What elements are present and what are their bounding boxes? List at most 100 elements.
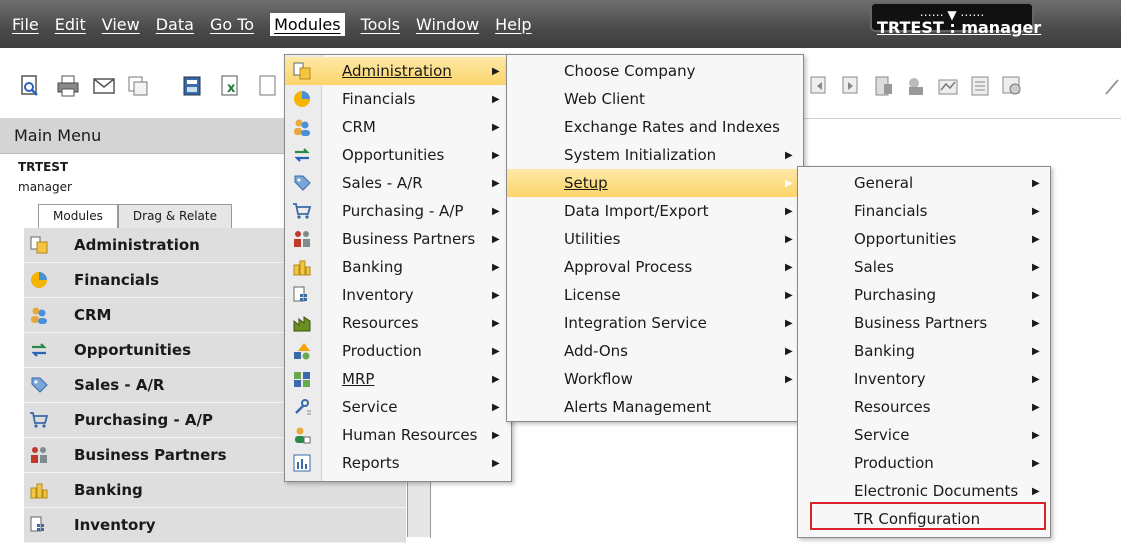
setup-item-production[interactable]: Production ▶ xyxy=(798,449,1050,477)
admin-item-exchange-rates[interactable]: Exchange Rates and Indexes xyxy=(507,113,803,141)
menu-modules[interactable]: Modules xyxy=(270,12,345,36)
menu-tools[interactable]: Tools xyxy=(361,15,400,34)
export-excel-icon[interactable]: x xyxy=(218,74,242,98)
submenu-arrow-icon: ▶ xyxy=(492,150,500,161)
submenu-arrow-icon: ▶ xyxy=(1032,206,1040,217)
last-record-icon[interactable] xyxy=(904,74,928,98)
setup-item-banking[interactable]: Banking ▶ xyxy=(798,337,1050,365)
tr-configuration-highlight-box xyxy=(810,502,1046,530)
service-icon xyxy=(291,396,313,418)
admin-item-integration-service[interactable]: Integration Service ▶ xyxy=(507,309,803,337)
modules-item-purchasing[interactable]: Purchasing - A/P ▶ xyxy=(285,197,511,225)
banking-icon xyxy=(291,256,313,278)
menu-data[interactable]: Data xyxy=(156,15,194,34)
base-document-icon[interactable] xyxy=(936,74,960,98)
setup-item-electronic-documents[interactable]: Electronic Documents ▶ xyxy=(798,477,1050,505)
setup-item-opportunities[interactable]: Opportunities ▶ xyxy=(798,225,1050,253)
tab-drag-relate[interactable]: Drag & Relate xyxy=(117,204,232,228)
purchasing-icon xyxy=(28,409,50,431)
admin-item-alerts-management[interactable]: Alerts Management xyxy=(507,393,803,421)
submenu-arrow-icon: ▶ xyxy=(785,206,793,217)
administration-icon xyxy=(291,60,313,82)
submenu-arrow-icon: ▶ xyxy=(1032,458,1040,469)
target-document-icon[interactable] xyxy=(968,74,992,98)
modules-item-banking[interactable]: Banking ▶ xyxy=(285,253,511,281)
settings-icon[interactable] xyxy=(1000,74,1024,98)
submenu-arrow-icon: ▶ xyxy=(492,122,500,133)
menu-edit[interactable]: Edit xyxy=(55,15,86,34)
submenu-arrow-icon: ▶ xyxy=(492,374,500,385)
admin-item-add-ons[interactable]: Add-Ons ▶ xyxy=(507,337,803,365)
modules-item-administration[interactable]: Administration ▶ xyxy=(285,57,511,85)
setup-item-sales[interactable]: Sales ▶ xyxy=(798,253,1050,281)
admin-item-choose-company[interactable]: Choose Company xyxy=(507,57,803,85)
setup-item-financials[interactable]: Financials ▶ xyxy=(798,197,1050,225)
export-word-icon[interactable] xyxy=(256,74,280,98)
module-inventory[interactable]: Inventory xyxy=(24,508,406,543)
window-title: TRTEST : manager xyxy=(877,18,1042,37)
banking-icon xyxy=(28,479,50,501)
menu-file[interactable]: File xyxy=(12,15,39,34)
submenu-arrow-icon: ▶ xyxy=(1032,234,1040,245)
business-partners-icon xyxy=(291,228,313,250)
email-icon[interactable] xyxy=(92,74,116,98)
modules-dropdown: Administration ▶ Financials ▶ CRM ▶ Opportu… xyxy=(284,54,512,482)
setup-item-service[interactable]: Service ▶ xyxy=(798,421,1050,449)
purchasing-icon xyxy=(291,200,313,222)
setup-item-business-partners[interactable]: Business Partners ▶ xyxy=(798,309,1050,337)
menu-goto[interactable]: Go To xyxy=(210,15,254,34)
modules-item-financials[interactable]: Financials ▶ xyxy=(285,85,511,113)
print-icon[interactable] xyxy=(56,74,80,98)
submenu-arrow-icon: ▶ xyxy=(492,234,500,245)
modules-item-crm[interactable]: CRM ▶ xyxy=(285,113,511,141)
menu-window[interactable]: Window xyxy=(416,15,479,34)
admin-item-approval-process[interactable]: Approval Process ▶ xyxy=(507,253,803,281)
inventory-icon xyxy=(291,284,313,306)
modules-item-mrp[interactable]: MRP ▶ xyxy=(285,365,511,393)
admin-item-utilities[interactable]: Utilities ▶ xyxy=(507,225,803,253)
submenu-arrow-icon: ▶ xyxy=(785,178,793,189)
admin-item-system-initialization[interactable]: System Initialization ▶ xyxy=(507,141,803,169)
admin-item-workflow[interactable]: Workflow ▶ xyxy=(507,365,803,393)
submenu-arrow-icon: ▶ xyxy=(492,346,500,357)
sales-icon xyxy=(291,172,313,194)
pen-icon[interactable] xyxy=(1100,74,1121,98)
financials-icon xyxy=(291,88,313,110)
menu-help[interactable]: Help xyxy=(495,15,531,34)
admin-item-setup[interactable]: Setup ▶ xyxy=(507,169,803,197)
modules-item-human-resources[interactable]: Human Resources ▶ xyxy=(285,421,511,449)
first-record-icon[interactable] xyxy=(808,74,832,98)
submenu-arrow-icon: ▶ xyxy=(492,178,500,189)
inventory-icon xyxy=(28,514,50,536)
submenu-arrow-icon: ▶ xyxy=(492,430,500,441)
setup-item-resources[interactable]: Resources ▶ xyxy=(798,393,1050,421)
submenu-arrow-icon: ▶ xyxy=(1032,486,1040,497)
modules-item-service[interactable]: Service ▶ xyxy=(285,393,511,421)
submenu-arrow-icon: ▶ xyxy=(1032,290,1040,301)
modules-item-business-partners[interactable]: Business Partners ▶ xyxy=(285,225,511,253)
setup-item-purchasing[interactable]: Purchasing ▶ xyxy=(798,281,1050,309)
modules-item-production[interactable]: Production ▶ xyxy=(285,337,511,365)
admin-item-license[interactable]: License ▶ xyxy=(507,281,803,309)
modules-item-resources[interactable]: Resources ▶ xyxy=(285,309,511,337)
modules-item-opportunities[interactable]: Opportunities ▶ xyxy=(285,141,511,169)
modules-item-sales[interactable]: Sales - A/R ▶ xyxy=(285,169,511,197)
admin-item-data-import-export[interactable]: Data Import/Export ▶ xyxy=(507,197,803,225)
submenu-arrow-icon: ▶ xyxy=(1032,262,1040,273)
sales-icon xyxy=(28,374,50,396)
previous-record-icon[interactable] xyxy=(840,74,864,98)
setup-item-general[interactable]: General ▶ xyxy=(798,169,1050,197)
sms-icon[interactable] xyxy=(126,74,150,98)
print-preview-icon[interactable] xyxy=(18,74,42,98)
submenu-arrow-icon: ▶ xyxy=(492,402,500,413)
menu-view[interactable]: View xyxy=(102,15,140,34)
modules-item-reports[interactable]: Reports ▶ xyxy=(285,449,511,477)
admin-item-web-client[interactable]: Web Client xyxy=(507,85,803,113)
next-record-icon[interactable] xyxy=(872,74,896,98)
fax-icon[interactable] xyxy=(180,74,204,98)
setup-item-inventory[interactable]: Inventory ▶ xyxy=(798,365,1050,393)
opportunities-icon xyxy=(291,144,313,166)
modules-item-inventory[interactable]: Inventory ▶ xyxy=(285,281,511,309)
tab-modules[interactable]: Modules xyxy=(38,204,118,228)
submenu-arrow-icon: ▶ xyxy=(492,458,500,469)
